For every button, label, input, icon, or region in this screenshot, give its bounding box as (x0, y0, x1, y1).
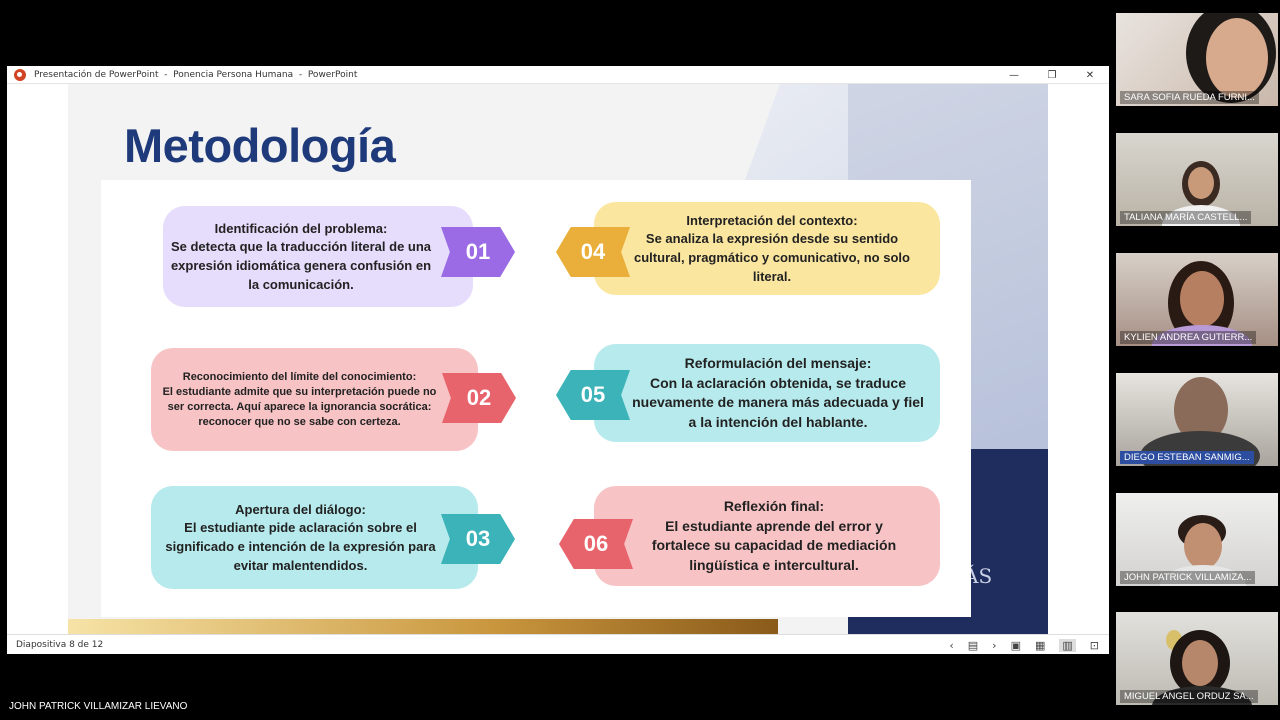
step-badge-05: 05 (556, 370, 630, 420)
step-heading: Identificación del problema: (214, 220, 388, 236)
grid-view-icon[interactable]: ▦ (1035, 639, 1045, 652)
notes-icon[interactable]: ▤ (968, 639, 978, 652)
minimize-button[interactable]: — (995, 66, 1033, 84)
step-heading: Interpretación del contexto: (686, 212, 858, 228)
step-badge-03: 03 (441, 514, 515, 564)
participant-face (1184, 523, 1222, 569)
status-bar: Diapositiva 8 de 12 ‹ ▤ › ▣ ▦ ▥ ⊡ (7, 634, 1109, 654)
methodology-panel: Identificación del problema: Se detecta … (101, 180, 971, 617)
participant-tile[interactable]: JOHN PATRICK VILLAMIZA... (1116, 493, 1278, 586)
powerpoint-icon (14, 68, 26, 81)
participant-face (1206, 18, 1268, 98)
participant-tile[interactable]: KYLIEN ANDREA GUTIERR... (1116, 253, 1278, 346)
participant-tile[interactable]: SARA SOFIA RUEDA FURNI... (1116, 13, 1278, 106)
participant-tile[interactable]: DIEGO ESTEBAN SANMIG... (1116, 373, 1278, 466)
presenter-view-icon[interactable]: ⊡ (1090, 639, 1099, 652)
close-button[interactable]: ✕ (1071, 66, 1109, 84)
participant-name: KYLIEN ANDREA GUTIERR... (1120, 331, 1257, 344)
participant-name: JOHN PATRICK VILLAMIZA... (1120, 571, 1256, 584)
participant-face (1182, 640, 1218, 686)
step-card-05: Reformulación del mensaje: Con la aclara… (594, 344, 940, 442)
step-badge-06: 06 (559, 519, 633, 569)
step-heading: Reflexión final: (723, 498, 825, 514)
step-body: El estudiante pide aclaración sobre el s… (165, 519, 436, 573)
window-title: Presentación de PowerPoint - Ponencia Pe… (34, 69, 358, 80)
participant-name: TALIANA MARÍA CASTELL... (1120, 211, 1252, 224)
step-card-01: Identificación del problema: Se detecta … (163, 206, 473, 307)
slide-gold-band (68, 619, 778, 635)
participant-name: SARA SOFIA RUEDA FURNI... (1120, 91, 1259, 104)
next-icon[interactable]: › (992, 639, 996, 652)
participant-tile[interactable]: TALIANA MARÍA CASTELL... (1116, 133, 1278, 226)
prev-icon[interactable]: ‹ (949, 639, 953, 652)
participant-name: MIGUEL ANGEL ORDUZ SA... (1120, 690, 1258, 703)
window-titlebar: Presentación de PowerPoint - Ponencia Pe… (7, 66, 1109, 84)
step-card-03: Apertura del diálogo: El estudiante pide… (151, 486, 478, 589)
step-body: Se detecta que la traducción literal de … (170, 238, 432, 292)
participant-name: DIEGO ESTEBAN SANMIG... (1120, 451, 1254, 464)
participant-face (1188, 167, 1214, 199)
step-body: Con la aclaración obtenida, se traduce n… (632, 374, 924, 430)
step-body: Se analiza la expresión desde su sentido… (634, 230, 910, 284)
step-badge-04: 04 (556, 227, 630, 277)
slide[interactable]: ÁS Metodología Identificación del proble… (68, 84, 1048, 635)
reading-view-icon[interactable]: ▥ (1059, 638, 1076, 652)
step-badge-01: 01 (441, 227, 515, 277)
meeting-stage: Presentación de PowerPoint - Ponencia Pe… (0, 0, 1280, 720)
maximize-button[interactable]: ❐ (1033, 66, 1071, 84)
slide-area: ÁS Metodología Identificación del proble… (7, 84, 1109, 635)
step-body: El estudiante admite que su interpretaci… (162, 385, 437, 428)
participant-face (1180, 271, 1224, 327)
step-heading: Reformulación del mensaje: (684, 355, 872, 371)
step-badge-02: 02 (442, 373, 516, 423)
slide-title: Metodología (124, 119, 396, 172)
participant-tile[interactable]: MIGUEL ANGEL ORDUZ SA... (1116, 612, 1278, 705)
presenter-name: JOHN PATRICK VILLAMIZAR LIEVANO (9, 701, 188, 712)
step-card-02: Reconocimiento del límite del conocimien… (151, 348, 478, 451)
step-heading: Apertura del diálogo: (235, 501, 366, 517)
slide-counter: Diapositiva 8 de 12 (16, 639, 104, 650)
step-body: El estudiante aprende del error y fortal… (651, 517, 897, 573)
normal-view-icon[interactable]: ▣ (1011, 639, 1021, 652)
step-heading: Reconocimiento del límite del conocimien… (182, 370, 417, 383)
step-card-06: Reflexión final: El estudiante aprende d… (594, 486, 940, 586)
step-card-04: Interpretación del contexto: Se analiza … (594, 202, 940, 295)
powerpoint-window: Presentación de PowerPoint - Ponencia Pe… (7, 66, 1109, 654)
